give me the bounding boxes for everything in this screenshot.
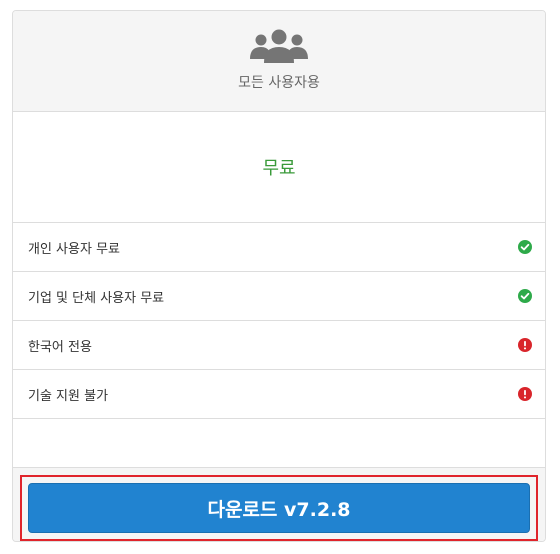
check-circle-icon <box>518 289 532 303</box>
download-highlight: 다운로드 v7.2.8 <box>20 475 538 541</box>
feature-label: 개인 사용자 무료 <box>28 241 120 257</box>
users-icon <box>250 29 308 63</box>
empty-row <box>13 419 545 468</box>
card-footer: 다운로드 v7.2.8 <box>13 468 545 541</box>
check-circle-icon <box>518 240 532 254</box>
feature-item: 기술 지원 불가 <box>13 370 545 419</box>
download-button[interactable]: 다운로드 v7.2.8 <box>28 483 530 533</box>
feature-label: 기업 및 단체 사용자 무료 <box>28 290 165 306</box>
feature-item: 개인 사용자 무료 <box>13 223 545 272</box>
price-label: 무료 <box>262 158 296 179</box>
plan-card: 모든 사용자용 무료 개인 사용자 무료 기업 및 단체 사용자 무료 한국어 … <box>12 10 546 542</box>
feature-item: 기업 및 단체 사용자 무료 <box>13 272 545 321</box>
price-row: 무료 <box>13 112 545 223</box>
card-header: 모든 사용자용 <box>13 11 545 112</box>
feature-label: 한국어 전용 <box>28 339 92 355</box>
exclamation-circle-icon <box>518 387 532 401</box>
header-title: 모든 사용자용 <box>238 75 320 91</box>
feature-label: 기술 지원 불가 <box>28 388 109 404</box>
feature-item: 한국어 전용 <box>13 321 545 370</box>
exclamation-circle-icon <box>518 338 532 352</box>
